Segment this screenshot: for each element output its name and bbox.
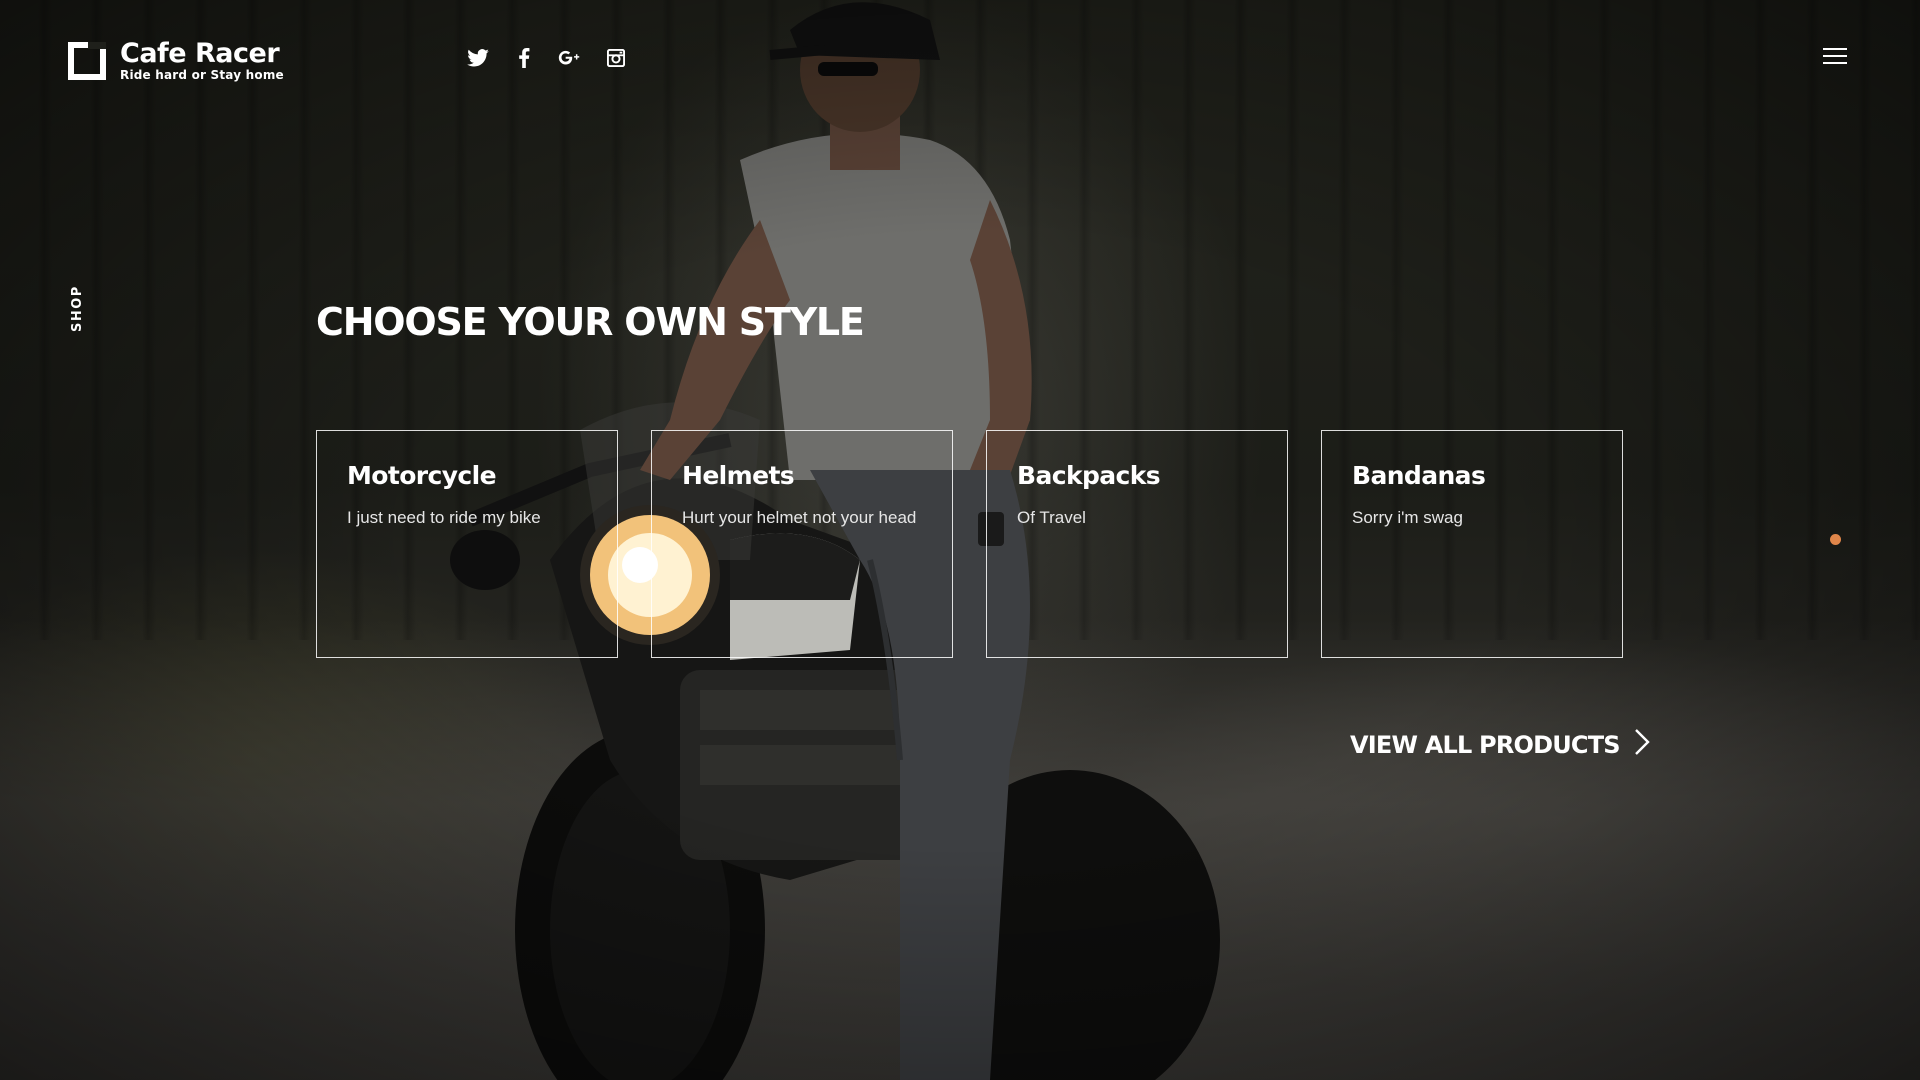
card-description: Hurt your helmet not your head xyxy=(682,508,917,527)
card-description: Of Travel xyxy=(1017,508,1086,527)
hero-section: Cafe Racer Ride hard or Stay home SHOP C… xyxy=(0,0,1920,1080)
hamburger-menu-icon[interactable] xyxy=(1823,48,1849,68)
card-title: Bandanas xyxy=(1352,461,1486,490)
brand-text: Cafe Racer Ride hard or Stay home xyxy=(120,38,284,83)
side-section-label[interactable]: SHOP xyxy=(70,285,85,332)
logo-square-icon xyxy=(68,41,107,80)
chevron-right-icon xyxy=(1634,728,1650,761)
card-title: Backpacks xyxy=(1017,461,1161,490)
facebook-icon[interactable] xyxy=(512,46,536,70)
category-card-backpacks[interactable]: Backpacks Of Travel xyxy=(986,430,1288,658)
card-title: Motorcycle xyxy=(347,461,497,490)
slide-indicator-dot[interactable] xyxy=(1830,534,1841,545)
social-links xyxy=(466,46,628,70)
brand-logo[interactable]: Cafe Racer Ride hard or Stay home xyxy=(68,40,284,82)
card-description: I just need to ride my bike xyxy=(347,508,541,527)
twitter-icon[interactable] xyxy=(466,46,490,70)
view-all-products-label: VIEW ALL PRODUCTS xyxy=(1350,730,1621,759)
page-headline: CHOOSE YOUR OWN STYLE xyxy=(316,300,865,344)
card-description: Sorry i'm swag xyxy=(1352,508,1463,527)
instagram-icon[interactable] xyxy=(604,46,628,70)
category-cards: Motorcycle I just need to ride my bike H… xyxy=(316,430,1623,658)
brand-title: Cafe Racer xyxy=(120,38,280,69)
card-title: Helmets xyxy=(682,461,795,490)
category-card-bandanas[interactable]: Bandanas Sorry i'm swag xyxy=(1321,430,1623,658)
view-all-products-link[interactable]: VIEW ALL PRODUCTS xyxy=(1350,728,1650,761)
category-card-motorcycle[interactable]: Motorcycle I just need to ride my bike xyxy=(316,430,618,658)
category-card-helmets[interactable]: Helmets Hurt your helmet not your head xyxy=(651,430,953,658)
brand-tagline: Ride hard or Stay home xyxy=(120,68,284,82)
google-plus-icon[interactable] xyxy=(558,46,582,70)
road-background xyxy=(0,620,1920,1080)
